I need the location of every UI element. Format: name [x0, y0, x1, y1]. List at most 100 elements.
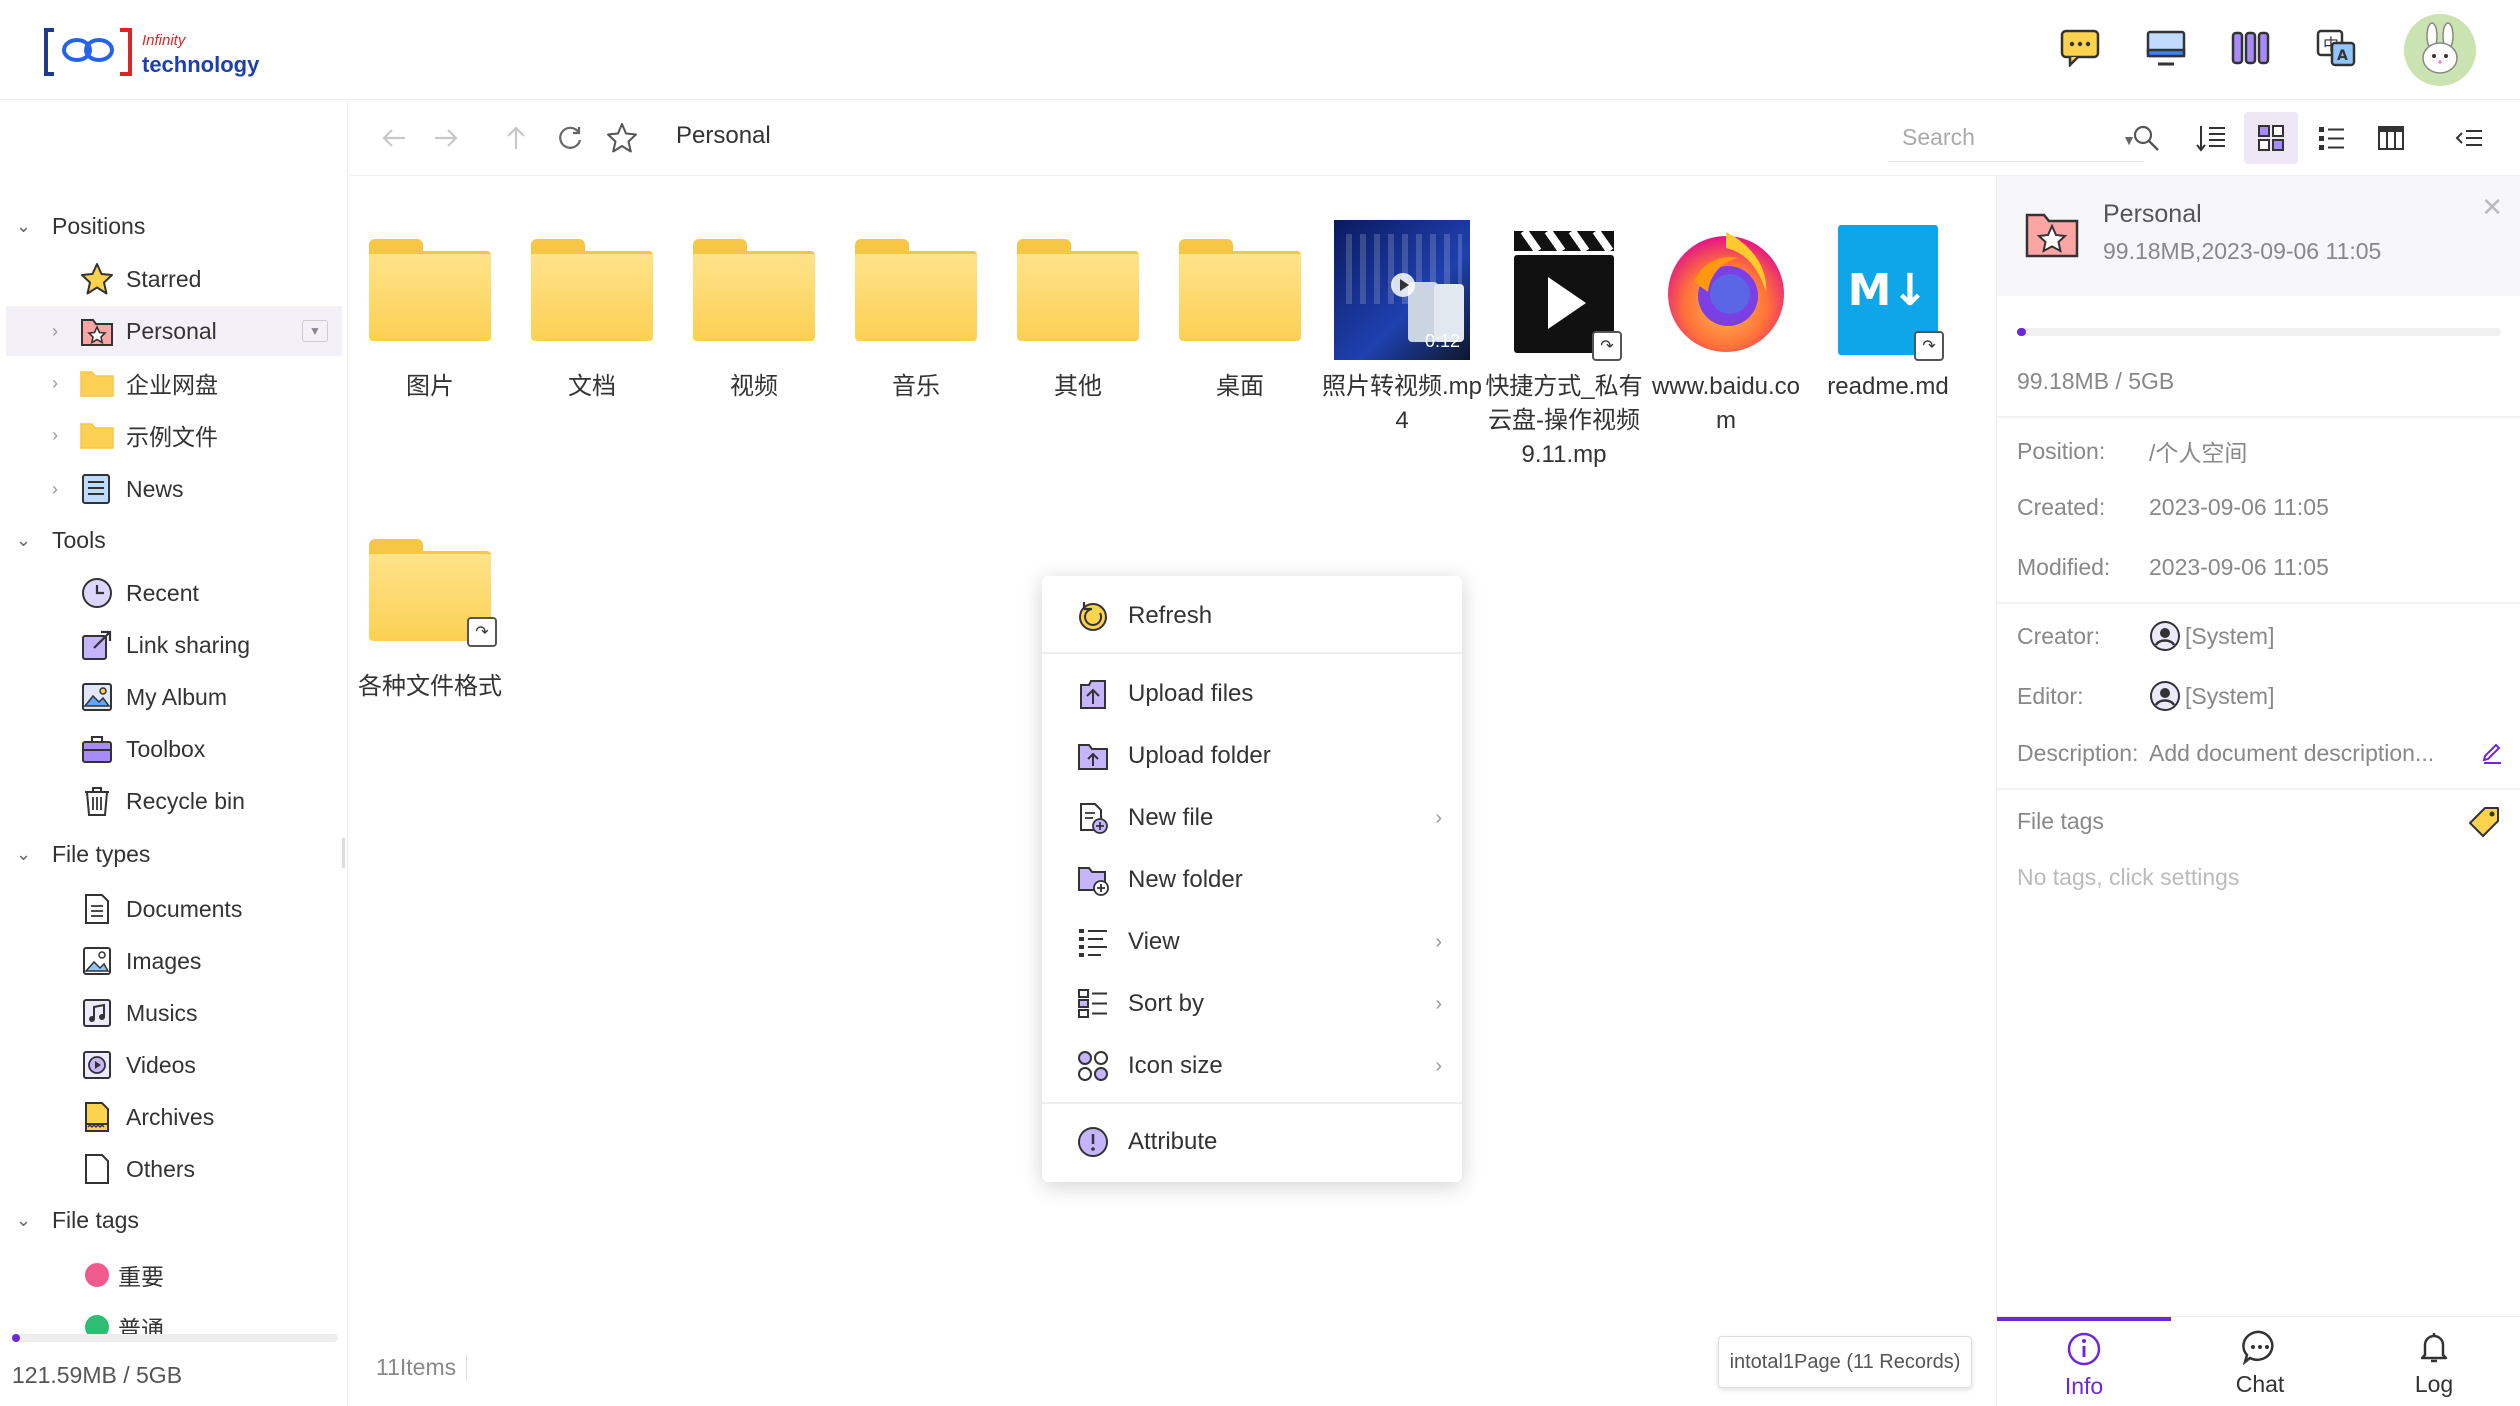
expand-arrow-icon[interactable]: › — [52, 425, 58, 446]
sidebar-item-my-album[interactable]: My Album — [6, 672, 342, 722]
sidebar-item-recycle-bin[interactable]: Recycle bin — [6, 776, 342, 826]
translate-icon[interactable]: 中A — [2312, 24, 2360, 72]
file-tags-empty[interactable]: No tags, click settings — [2017, 864, 2239, 891]
back-arrow-icon[interactable] — [372, 116, 416, 160]
menu-item-upload-folder[interactable]: Upload folder — [1042, 726, 1462, 786]
apps-icon[interactable] — [2226, 24, 2274, 72]
sidebar-tag-important[interactable]: 重要 — [6, 1250, 342, 1300]
sidebar-item-videos[interactable]: Videos — [6, 1040, 342, 1090]
message-icon[interactable] — [2056, 24, 2104, 72]
column-view-icon[interactable] — [2364, 112, 2418, 164]
sidebar-item-archives[interactable]: Archives — [6, 1092, 342, 1142]
sidebar-item-recent[interactable]: Recent — [6, 568, 342, 618]
app-logo[interactable]: Infinity technology — [44, 28, 264, 80]
sidebar-item-documents[interactable]: Documents — [6, 884, 342, 934]
close-icon[interactable]: ✕ — [2481, 192, 2503, 223]
sidebar-item-label: News — [126, 475, 184, 502]
favorite-star-icon[interactable] — [600, 116, 644, 160]
tab-chat[interactable]: Chat — [2173, 1317, 2347, 1406]
pagination-info[interactable]: intotal1Page (11 Records) — [1718, 1336, 1972, 1388]
bell-icon — [2414, 1327, 2454, 1367]
upload-file-icon — [1074, 675, 1112, 713]
search-box[interactable]: ▼ — [1888, 114, 2144, 162]
collapse-panel-icon[interactable] — [2442, 112, 2496, 164]
sidebar-item-images[interactable]: Images — [6, 936, 342, 986]
folder-icon — [1172, 216, 1308, 364]
file-name: 各种文件格式 — [358, 673, 502, 700]
menu-item-refresh[interactable]: Refresh — [1042, 586, 1462, 646]
menu-item-sort-by[interactable]: Sort by › — [1042, 974, 1462, 1034]
refresh-icon — [1074, 597, 1112, 635]
menu-item-new-folder[interactable]: New folder — [1042, 850, 1462, 910]
sidebar-item-starred[interactable]: Starred — [6, 254, 342, 304]
search-icon[interactable] — [2124, 116, 2168, 160]
sidebar-item-sample-files[interactable]: › 示例文件 — [6, 410, 342, 460]
folder-icon: ↷ — [362, 516, 498, 664]
menu-item-new-file[interactable]: New file › — [1042, 788, 1462, 848]
section-label: Positions — [52, 212, 146, 239]
file-tile-video[interactable]: 0:12 照片转视频.mp4 — [1322, 176, 1482, 436]
menu-item-view[interactable]: View › — [1042, 912, 1462, 972]
file-tile-folder[interactable]: 桌面 — [1160, 176, 1320, 436]
item-menu-dropdown[interactable]: ▼ — [302, 320, 328, 342]
user-avatar[interactable] — [2404, 14, 2476, 86]
tab-info[interactable]: Info — [1997, 1317, 2171, 1406]
desktop-icon[interactable] — [2142, 24, 2190, 72]
file-tile-folder[interactable]: 音乐 — [836, 176, 996, 436]
chat-icon — [2240, 1327, 2280, 1367]
sidebar-tag-normal[interactable]: 普通 — [6, 1302, 342, 1352]
description-field[interactable]: Add document description... — [2149, 740, 2434, 767]
menu-item-attribute[interactable]: Attribute — [1042, 1112, 1462, 1172]
sidebar-section-file-tags[interactable]: ⌄ File tags — [16, 1200, 139, 1240]
tab-log[interactable]: Log — [2347, 1317, 2520, 1406]
file-tile-folder[interactable]: 图片 — [350, 176, 510, 436]
sidebar-item-personal[interactable]: › Personal ▼ — [6, 306, 342, 356]
sidebar-item-musics[interactable]: Musics — [6, 988, 342, 1038]
list-view-icon[interactable] — [2304, 112, 2358, 164]
info-usage-bar — [2017, 328, 2501, 336]
news-icon — [78, 470, 116, 508]
sidebar-item-news[interactable]: › News — [6, 464, 342, 514]
icon-view-icon[interactable] — [2244, 112, 2298, 164]
file-tile-video-shortcut[interactable]: ↷ 快捷方式_私有云盘-操作视频9.11.mp — [1484, 176, 1644, 476]
file-tile-url[interactable]: www.baidu.com — [1646, 176, 1806, 436]
menu-item-icon-size[interactable]: Icon size › — [1042, 1036, 1462, 1096]
file-tile-folder[interactable]: 文档 — [512, 176, 672, 436]
sidebar-item-enterprise-disk[interactable]: › 企业网盘 — [6, 358, 342, 408]
refresh-icon[interactable] — [548, 116, 592, 160]
file-name: 其他 — [1054, 373, 1102, 400]
up-arrow-icon[interactable] — [494, 116, 538, 160]
file-tile-folder[interactable]: 视频 — [674, 176, 834, 436]
file-tile-markdown[interactable]: M↓ ↷ readme.md — [1808, 176, 1968, 436]
divider — [1997, 416, 2520, 418]
file-name: 照片转视频.mp4 — [1322, 373, 1483, 434]
edit-pencil-icon[interactable] — [2481, 740, 2503, 770]
sort-order-icon[interactable] — [2184, 112, 2238, 164]
info-value[interactable]: /个人空间 — [2149, 434, 2247, 468]
sidebar-item-toolbox[interactable]: Toolbox — [6, 724, 342, 774]
file-tile-folder[interactable]: 其他 — [998, 176, 1158, 436]
sidebar-section-positions[interactable]: ⌄ Positions — [16, 206, 145, 246]
chevron-down-icon: ⌄ — [16, 843, 32, 864]
sidebar-section-file-types[interactable]: ⌄ File types — [16, 834, 150, 874]
album-icon — [78, 678, 116, 716]
search-input[interactable] — [1902, 124, 2072, 151]
file-tile-folder-shortcut[interactable]: ↷ 各种文件格式 — [350, 476, 510, 736]
sidebar-item-others[interactable]: Others — [6, 1144, 342, 1194]
clapperboard-icon: ↷ — [1496, 216, 1632, 364]
sidebar-item-link-sharing[interactable]: Link sharing — [6, 620, 342, 670]
sidebar-section-tools[interactable]: ⌄ Tools — [16, 520, 106, 560]
tag-icon[interactable] — [2466, 804, 2502, 840]
expand-arrow-icon[interactable]: › — [52, 373, 58, 394]
user-icon — [2150, 681, 2180, 711]
sidebar-scrollbar[interactable] — [342, 838, 345, 868]
forward-arrow-icon[interactable] — [424, 116, 468, 160]
play-icon — [1391, 273, 1415, 297]
breadcrumb[interactable]: Personal — [676, 122, 771, 150]
menu-item-upload-files[interactable]: Upload files — [1042, 664, 1462, 724]
share-icon — [78, 626, 116, 664]
info-panel: Personal 99.18MB,2023-09-06 11:05 ✕ 99.1… — [1996, 176, 2520, 1406]
expand-arrow-icon[interactable]: › — [52, 479, 58, 500]
menu-item-label: View — [1128, 928, 1180, 955]
expand-arrow-icon[interactable]: › — [52, 321, 58, 342]
